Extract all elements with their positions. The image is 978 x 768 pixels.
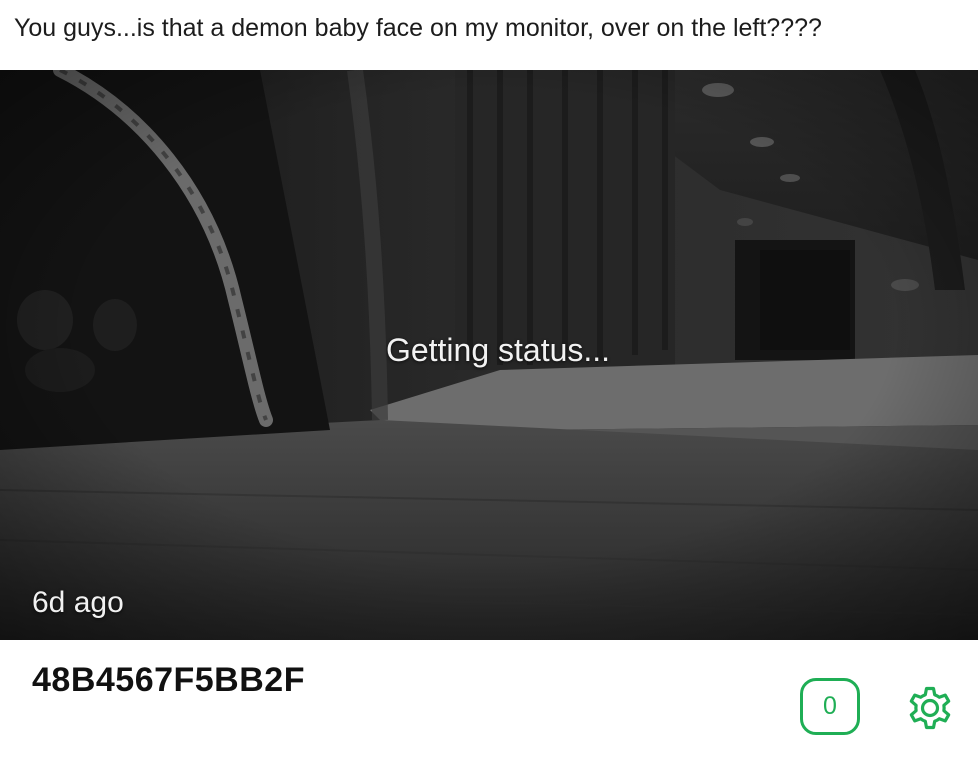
device-id: 48B4567F5BB2F: [32, 661, 305, 699]
post-text: You guys...is that a demon baby face on …: [14, 14, 822, 42]
status-message: Getting status...: [385, 332, 611, 368]
settings-button[interactable]: [903, 681, 957, 735]
camera-feed[interactable]: Getting status... 6d ago: [0, 70, 978, 640]
event-count-badge[interactable]: 0: [800, 678, 860, 735]
gear-icon: [909, 686, 951, 730]
last-seen-timestamp: 6d ago: [32, 586, 124, 619]
